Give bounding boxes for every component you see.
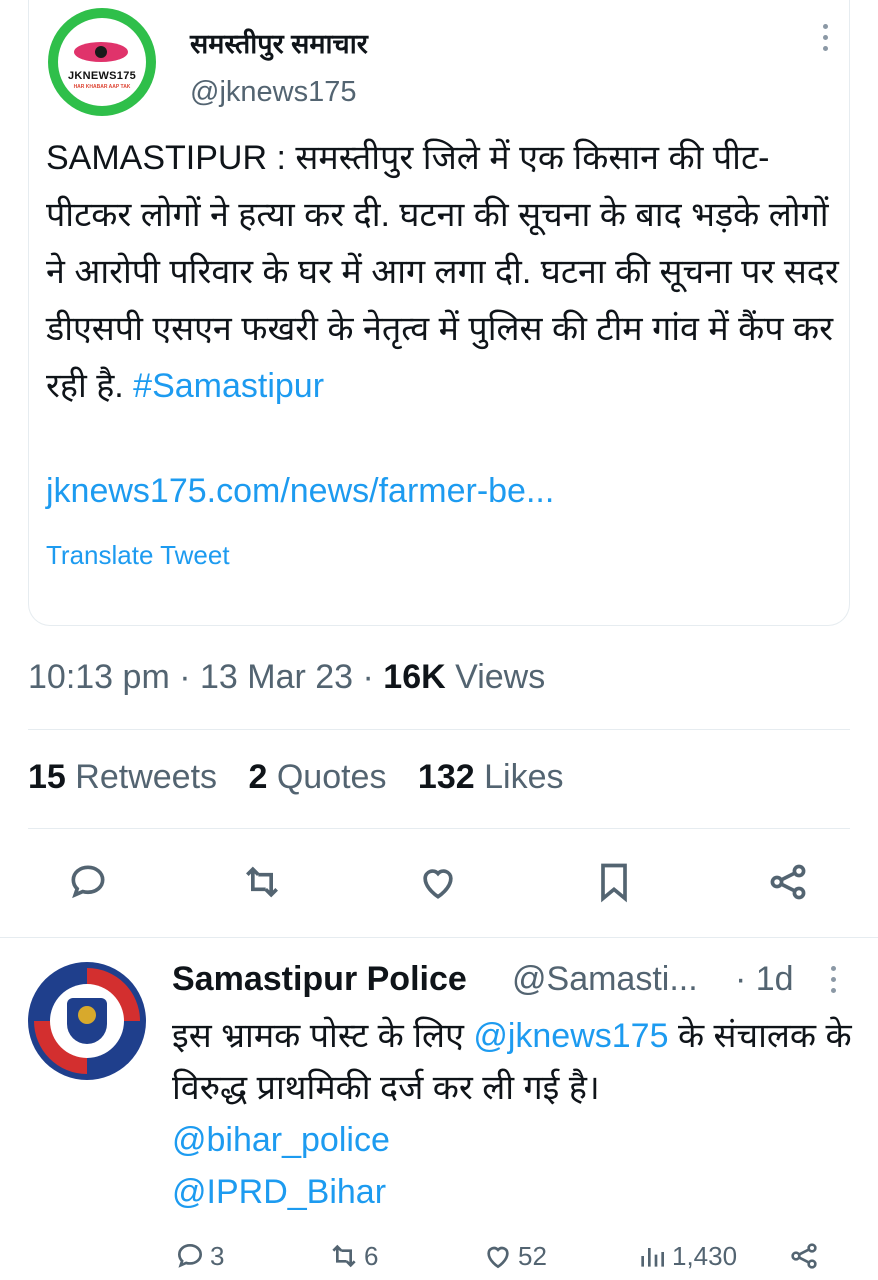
views-label: Views: [455, 658, 546, 696]
reply-time[interactable]: · 1d: [735, 960, 794, 999]
police-avatar[interactable]: [28, 962, 146, 1080]
pupil-shape: [95, 46, 107, 58]
reply-retweets-count: 6: [364, 1240, 379, 1271]
mention-bihar-police[interactable]: @bihar_police: [172, 1121, 390, 1159]
bookmark-icon[interactable]: [592, 860, 636, 904]
reply-replies-count: 3: [210, 1240, 225, 1271]
mention-jknews[interactable]: @jknews175: [473, 1017, 668, 1055]
quotes-count[interactable]: 2: [248, 758, 267, 796]
reply-text-before: इस भ्रामक पोस्ट के लिए: [172, 1017, 474, 1055]
reply-retweet-button[interactable]: 6: [328, 1236, 378, 1276]
retweet-icon: [332, 1244, 356, 1268]
jknews-avatar[interactable]: JKNEWS175 HAR KHABAR AAP TAK: [48, 8, 156, 116]
reply-share-button[interactable]: [788, 1236, 824, 1276]
reply-author-handle[interactable]: @Samasti...: [512, 960, 698, 999]
badge-icon: [67, 998, 107, 1044]
mention-iprd-bihar[interactable]: @IPRD_Bihar: [172, 1173, 386, 1211]
like-icon[interactable]: [416, 860, 460, 904]
tweet-body: SAMASTIPUR : समस्तीपुर जिले में एक किसान…: [46, 139, 839, 405]
thread-divider: [0, 937, 878, 938]
tweet-text: SAMASTIPUR : समस्तीपुर जिले में एक किसान…: [46, 130, 846, 415]
reply-text: इस भ्रामक पोस्ट के लिए @jknews175 के संच…: [172, 1010, 862, 1218]
tree-icon: [78, 1006, 96, 1024]
translate-tweet-link[interactable]: Translate Tweet: [46, 540, 230, 571]
reply-icon: [177, 1243, 203, 1268]
divider: [28, 729, 850, 730]
likes-label[interactable]: Likes: [484, 758, 563, 796]
more-options-icon[interactable]: [818, 24, 832, 60]
police-emblem: [50, 984, 124, 1058]
reply-reply-button[interactable]: 3: [174, 1236, 224, 1276]
logo-subtext: HAR KHABAR AAP TAK: [73, 84, 131, 90]
reply-author-name[interactable]: Samastipur Police: [172, 960, 467, 999]
retweets-count[interactable]: 15: [28, 758, 66, 796]
likes-count[interactable]: 132: [418, 758, 475, 796]
author-name[interactable]: समस्तीपुर समाचार: [190, 24, 368, 61]
share-icon: [791, 1243, 817, 1269]
more-options-icon[interactable]: [826, 966, 840, 1002]
views-count: 16K: [383, 658, 446, 696]
tweet-meta: 10:13 pm · 13 Mar 23 · 16K Views: [28, 658, 546, 696]
reply-like-button[interactable]: 52: [482, 1236, 547, 1276]
divider: [28, 828, 850, 829]
quotes-label[interactable]: Quotes: [277, 758, 387, 796]
tweet-stats: 15 Retweets 2 Quotes 132 Likes: [28, 758, 563, 797]
logo-text: JKNEWS175: [67, 70, 137, 82]
hashtag-link[interactable]: #Samastipur: [133, 367, 324, 405]
views-icon: [641, 1248, 664, 1267]
article-link[interactable]: jknews175.com/news/farmer-be...: [46, 472, 554, 511]
tweet-time[interactable]: 10:13 pm: [28, 658, 170, 696]
retweets-label[interactable]: Retweets: [75, 758, 217, 796]
logo-inner: JKNEWS175 HAR KHABAR AAP TAK: [58, 18, 146, 106]
tweet-date[interactable]: 13 Mar 23: [200, 658, 353, 696]
share-icon[interactable]: [766, 860, 810, 904]
retweet-icon[interactable]: [240, 860, 284, 904]
reply-likes-count: 52: [518, 1240, 547, 1271]
reply-icon[interactable]: [66, 860, 110, 904]
reply-views-button[interactable]: 1,430: [636, 1236, 737, 1276]
reply-views-count: 1,430: [672, 1240, 738, 1271]
like-icon: [487, 1246, 509, 1269]
author-handle[interactable]: @jknews175: [190, 76, 356, 109]
